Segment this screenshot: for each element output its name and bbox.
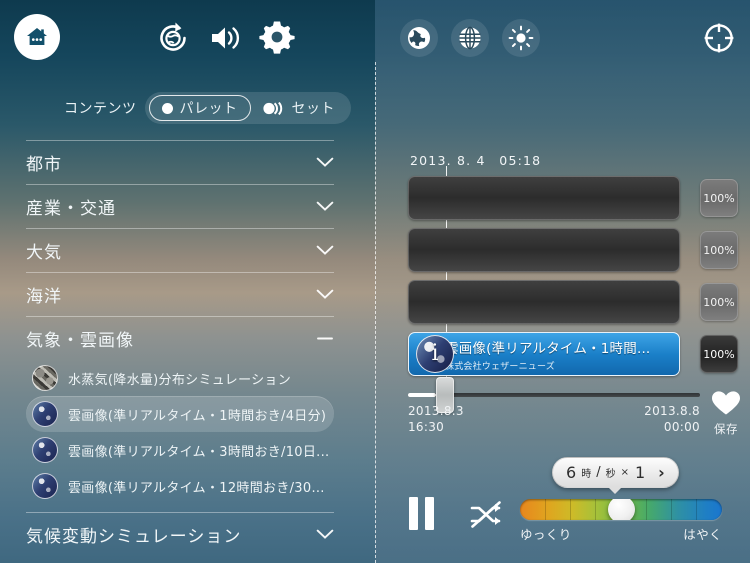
time-scrubber[interactable]: 2013.8.3 16:30 2013.8.8 00:00: [408, 377, 700, 437]
scrubber-range-labels: 2013.8.3 16:30 2013.8.8 00:00: [408, 403, 700, 437]
sidebar-item-cloud-1h[interactable]: 雲画像(準リアルタイム・1時間おき/4日分): [26, 396, 334, 432]
chevron-down-icon: [316, 525, 334, 545]
pause-button[interactable]: [409, 497, 434, 530]
pause-icon: [409, 497, 418, 530]
sidebar-category-ocean[interactable]: 海洋: [26, 272, 334, 316]
range-start-date: 2013.8.3: [408, 404, 464, 418]
toggle-option-set[interactable]: セット: [251, 95, 348, 121]
layer-track-row[interactable]: 100%: [408, 224, 738, 276]
save-label: 保存: [714, 422, 738, 436]
scrubber-track[interactable]: [408, 377, 700, 413]
sidebar-category-city-label: 都市: [26, 155, 62, 175]
toggle-option-palette[interactable]: パレット: [148, 95, 251, 121]
set-wave-icon: [262, 101, 285, 115]
layer-provider: 株式会社ウェザーニューズ: [445, 361, 555, 372]
sidebar-category-weather[interactable]: 気象・雲画像: [26, 316, 334, 360]
home-icon: [27, 28, 47, 45]
sidebar-category-climate-change-label: 気候変動シミュレーション: [26, 527, 242, 547]
range-start-time: 16:30: [408, 420, 445, 434]
layer-track-bar[interactable]: [408, 176, 680, 220]
content-toggle-group[interactable]: パレット セット: [144, 92, 351, 124]
sidebar: 都市 産業・交通 大気 海洋 気象・雲画像 水蒸気(降水量)分布シミュレーション…: [0, 140, 360, 556]
shuffle-button[interactable]: [469, 500, 503, 534]
sidebar-item-cloud-3h[interactable]: 雲画像(準リアルタイム・3時間おき/10日...: [26, 432, 334, 468]
globe-rotate-button[interactable]: [153, 18, 193, 58]
speed-unit: 時: [581, 469, 592, 480]
chevron-down-icon: [316, 153, 334, 173]
layer-thumbnail-icon: [32, 437, 58, 463]
current-datetime-label: 2013. 8. 4 05:18: [410, 153, 542, 168]
speed-value: 6: [566, 463, 577, 482]
sidebar-category-weather-label: 気象・雲画像: [26, 331, 134, 351]
layer-opacity-badge[interactable]: 100%: [700, 231, 738, 269]
layer-opacity-badge-active[interactable]: 100%: [700, 335, 738, 373]
speed-slow-label: ゆっくり: [520, 527, 572, 542]
layer-track-bar-active[interactable]: i 雲画像(準リアルタイム・1時間... 株式会社ウェザーニューズ: [408, 332, 680, 376]
home-button[interactable]: [14, 14, 60, 60]
speed-fast-label: はやく: [683, 527, 722, 542]
sidebar-item-vapor-sim[interactable]: 水蒸気(降水量)分布シミュレーション: [26, 360, 334, 396]
volume-button[interactable]: [208, 20, 244, 56]
app-root: コンテンツ パレット セット 都市 産業・交通 大気 海洋 気象・雲画像 水蒸気…: [0, 0, 750, 563]
speed-per-unit: 秒: [605, 469, 616, 480]
speed-slider-track[interactable]: [520, 499, 722, 520]
content-toggle-row: コンテンツ パレット セット: [0, 90, 375, 126]
sidebar-item-label: 水蒸気(降水量)分布シミュレーション: [68, 372, 292, 388]
sidebar-category-atmosphere-label: 大気: [26, 243, 62, 263]
speed-slider-knob[interactable]: [608, 499, 635, 520]
chevron-down-icon: [316, 197, 334, 217]
speed-slider-labels: ゆっくり はやく: [520, 524, 722, 542]
gear-icon: [259, 21, 295, 54]
sidebar-category-ocean-label: 海洋: [26, 287, 62, 307]
pause-icon-bar2: [425, 497, 434, 530]
chevron-down-icon: [316, 285, 334, 305]
speed-multiplier-symbol: ×: [620, 467, 629, 478]
chevron-right-icon[interactable]: ›: [658, 463, 665, 482]
toggle-option-set-label: セット: [291, 101, 335, 117]
layer-track-row[interactable]: 100%: [408, 276, 738, 328]
layer-thumbnail-icon: [32, 473, 58, 499]
toggle-option-palette-label: パレット: [179, 101, 238, 117]
speed-readout[interactable]: 6 時 / 秒 × 1 ›: [552, 457, 679, 488]
minus-icon: [316, 329, 334, 349]
layer-track-bar[interactable]: [408, 228, 680, 272]
layer-info-thumbnail-icon: i: [416, 335, 454, 373]
layer-track-row[interactable]: 100%: [408, 172, 738, 224]
sidebar-item-label: 雲画像(準リアルタイム・3時間おき/10日...: [68, 444, 330, 460]
sidebar-category-climate-change[interactable]: 気候変動シミュレーション: [26, 512, 334, 556]
layer-track-row-active[interactable]: i 雲画像(準リアルタイム・1時間... 株式会社ウェザーニューズ 100%: [408, 328, 738, 380]
volume-icon: [212, 27, 240, 49]
layer-opacity-badge[interactable]: 100%: [700, 283, 738, 321]
speed-slider[interactable]: ゆっくり はやく: [520, 499, 722, 542]
chevron-down-icon: [316, 241, 334, 261]
heart-icon: [712, 391, 740, 415]
layer-title: 雲画像(準リアルタイム・1時間...: [445, 340, 651, 357]
timeline-panel: 2013. 8. 4 05:18 100% 100% 100% i 雲画像(準リ…: [375, 0, 750, 563]
scrubber-fill: [408, 393, 436, 397]
sidebar-category-atmosphere[interactable]: 大気: [26, 228, 334, 272]
sidebar-category-industry[interactable]: 産業・交通: [26, 184, 334, 228]
sidebar-item-label: 雲画像(準リアルタイム・12時間おき/30...: [68, 480, 325, 496]
sidebar-item-cloud-12h[interactable]: 雲画像(準リアルタイム・12時間おき/30...: [26, 468, 334, 504]
range-end-date: 2013.8.8: [644, 404, 700, 418]
layer-track-bar[interactable]: [408, 280, 680, 324]
save-button[interactable]: 保存: [703, 390, 749, 437]
settings-button[interactable]: [258, 18, 296, 56]
speed-multiplier: 1: [634, 463, 646, 482]
sidebar-item-label: 雲画像(準リアルタイム・1時間おき/4日分): [68, 408, 327, 424]
speed-separator: /: [596, 465, 601, 480]
layer-opacity-badge[interactable]: 100%: [700, 179, 738, 217]
layer-thumbnail-icon: [32, 401, 58, 427]
sidebar-category-city[interactable]: 都市: [26, 140, 334, 184]
layer-thumbnail-icon: [32, 365, 58, 391]
palette-dot-icon: [161, 102, 173, 114]
shuffle-off-icon: [470, 501, 501, 528]
globe-rotate-icon: [160, 22, 186, 51]
layer-track-list: 100% 100% 100% i 雲画像(準リアルタイム・1時間... 株式会社…: [408, 172, 738, 380]
content-toggle-label: コンテンツ: [64, 101, 137, 117]
sidebar-category-industry-label: 産業・交通: [26, 199, 116, 219]
range-end-time: 00:00: [663, 420, 700, 434]
